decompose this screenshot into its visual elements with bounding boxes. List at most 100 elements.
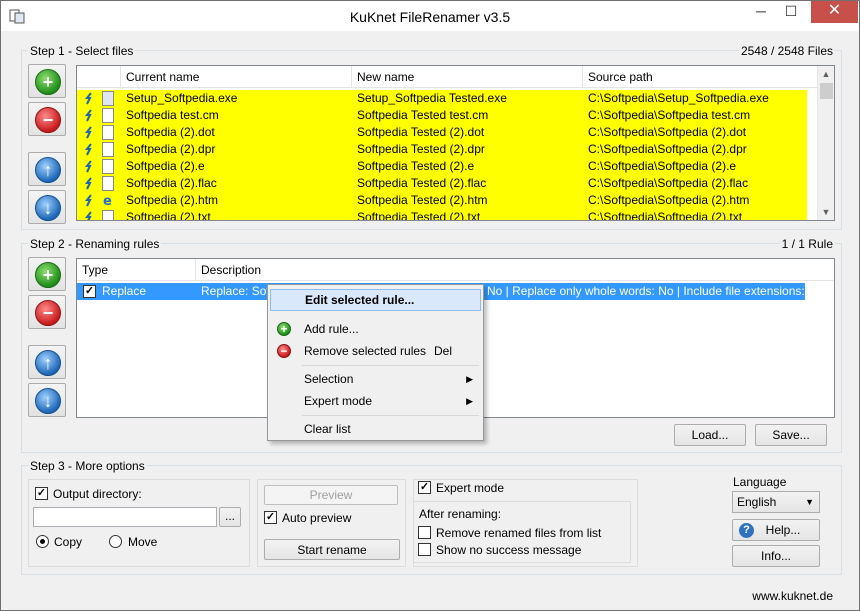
file-icon: [102, 108, 114, 123]
title-bar: KuKnet FileRenamer v3.5 ─ ☐ ✕: [1, 1, 859, 31]
move-file-down-button[interactable]: ↓: [28, 190, 66, 224]
help-label: Help...: [765, 523, 801, 537]
cell-current-name: Softpedia (2).e: [126, 159, 205, 173]
cell-new-name: Softpedia Tested (2).flac: [357, 176, 487, 190]
info-button[interactable]: Info...: [732, 545, 820, 567]
context-menu: Edit selected rule... + Add rule... − Re…: [267, 284, 484, 441]
table-row[interactable]: Setup_Softpedia.exe Setup_Softpedia Teste…: [77, 90, 807, 107]
rename-status-icon: [84, 194, 94, 207]
cell-new-name: Softpedia Tested (2).txt: [357, 210, 481, 221]
col-new-name[interactable]: New name: [352, 66, 583, 88]
file-count: 2548 / 2548 Files: [738, 44, 835, 58]
language-select[interactable]: English ▼: [732, 491, 820, 513]
step2-title: Step 2 - Renaming rules: [28, 237, 162, 251]
cell-current-name: Softpedia (2).dot: [126, 125, 215, 139]
scroll-up-arrow-icon[interactable]: ▲: [818, 66, 834, 82]
output-directory-checkbox[interactable]: ✓: [35, 487, 48, 500]
menu-add-rule[interactable]: + Add rule...: [270, 318, 481, 340]
col-description[interactable]: Description: [196, 259, 834, 281]
step1-title: Step 1 - Select files: [28, 44, 136, 58]
cell-new-name: Softpedia Tested (2).dot: [357, 125, 485, 139]
cell-source-path: C:\Softpedia\Softpedia (2).dot: [588, 125, 747, 139]
table-row[interactable]: Softpedia (2).dot Softpedia Tested (2).do…: [77, 124, 807, 141]
remove-renamed-checkbox[interactable]: [418, 526, 431, 539]
rename-status-icon: [84, 211, 94, 220]
app-window: KuKnet FileRenamer v3.5 ─ ☐ ✕ Step 1 - S…: [0, 0, 860, 611]
col-current-name[interactable]: Current name: [121, 66, 352, 88]
scroll-down-arrow-icon[interactable]: ▼: [818, 204, 834, 220]
table-row[interactable]: Softpedia (2).e Softpedia Tested (2).e C:\…: [77, 158, 807, 175]
table-row[interactable]: e Softpedia (2).htm Softpedia Tested (2).h…: [77, 192, 807, 209]
rule-count: 1 / 1 Rule: [779, 237, 835, 251]
cell-current-name: Softpedia (2).dpr: [126, 142, 216, 156]
expert-mode-label: Expert mode: [436, 481, 505, 495]
browse-button[interactable]: ...: [219, 507, 241, 527]
remove-files-button[interactable]: −: [28, 102, 66, 136]
save-button[interactable]: Save...: [755, 424, 827, 446]
language-value: English: [737, 495, 777, 509]
menu-separator: [302, 365, 479, 366]
menu-selection-label: Selection: [304, 372, 354, 386]
maximize-button[interactable]: ☐: [777, 1, 805, 23]
move-rule-down-button[interactable]: ↓: [28, 383, 66, 417]
menu-expert-mode[interactable]: Expert mode ▶: [270, 390, 481, 412]
window-title: KuKnet FileRenamer v3.5: [349, 9, 511, 25]
remove-rule-button[interactable]: −: [28, 295, 66, 329]
rename-status-icon: [84, 160, 94, 173]
table-row[interactable]: Softpedia (2).dpr Softpedia Tested (2).dp…: [77, 141, 807, 158]
cell-current-name: Softpedia (2).htm: [126, 193, 219, 207]
cell-current-name: Softpedia (2).txt: [126, 210, 211, 221]
menu-expert-label: Expert mode: [304, 394, 373, 408]
rule-description-end: No | Replace only whole words: No | Incl…: [487, 284, 804, 298]
copy-label: Copy: [54, 535, 83, 549]
start-rename-button[interactable]: Start rename: [264, 539, 400, 560]
menu-selection[interactable]: Selection ▶: [270, 368, 481, 390]
cell-new-name: Softpedia Tested (2).htm: [357, 193, 488, 207]
auto-preview-checkbox[interactable]: ✓: [264, 511, 277, 524]
move-radio[interactable]: [109, 535, 122, 548]
help-button[interactable]: ? Help...: [732, 519, 820, 541]
menu-clear-list[interactable]: Clear list: [270, 418, 481, 440]
rule-enabled-checkbox[interactable]: ✓: [83, 285, 96, 298]
col-icons: [77, 66, 121, 88]
rename-status-icon: [84, 109, 94, 122]
menu-clear-label: Clear list: [304, 422, 351, 436]
help-icon: ?: [739, 523, 754, 538]
submenu-arrow-icon: ▶: [466, 374, 473, 384]
menu-remove-rules[interactable]: − Remove selected rules Del: [270, 340, 481, 362]
cell-source-path: C:\Softpedia\Softpedia test.cm: [588, 108, 751, 122]
no-success-checkbox[interactable]: [418, 543, 431, 556]
close-button[interactable]: ✕: [811, 1, 858, 23]
cell-source-path: C:\Softpedia\Setup_Softpedia.exe: [588, 91, 769, 105]
scroll-thumb[interactable]: [820, 83, 833, 99]
rename-status-icon: [84, 177, 94, 190]
table-row[interactable]: Softpedia test.cm Softpedia Tested test.c…: [77, 107, 807, 124]
svg-text:e: e: [103, 194, 112, 208]
file-list[interactable]: Current name New name Source path Setup_…: [76, 65, 835, 221]
add-rule-button[interactable]: +: [28, 257, 66, 291]
move-rule-up-button[interactable]: ↑: [28, 345, 66, 379]
menu-edit-selected-rule[interactable]: Edit selected rule...: [270, 289, 481, 311]
expert-mode-checkbox[interactable]: ✓: [418, 481, 431, 494]
rule-list-header: Type Description: [77, 259, 834, 281]
add-files-button[interactable]: +: [28, 64, 66, 98]
table-row[interactable]: Softpedia (2).txt Softpedia Tested (2).tx…: [77, 209, 807, 221]
output-directory-input[interactable]: [33, 507, 217, 527]
cell-source-path: C:\Softpedia\Softpedia (2).e: [588, 159, 737, 173]
plus-icon: +: [35, 69, 61, 95]
preview-button[interactable]: Preview: [264, 485, 398, 505]
file-list-scrollbar[interactable]: ▲ ▼: [817, 66, 834, 220]
col-source-path[interactable]: Source path: [583, 66, 817, 88]
move-file-up-button[interactable]: ↑: [28, 152, 66, 186]
table-row[interactable]: Softpedia (2).flac Softpedia Tested (2).f…: [77, 175, 807, 192]
file-list-header: Current name New name Source path: [77, 66, 817, 88]
arrow-down-icon: ↓: [35, 195, 61, 221]
file-icon: [102, 125, 114, 140]
output-directory-label: Output directory:: [53, 487, 142, 501]
load-button[interactable]: Load...: [674, 424, 746, 446]
col-type[interactable]: Type: [77, 259, 196, 281]
copy-radio[interactable]: [36, 535, 49, 548]
minimize-button[interactable]: ─: [747, 1, 775, 23]
website-link[interactable]: www.kuknet.de: [752, 589, 833, 603]
cell-new-name: Softpedia Tested (2).e: [357, 159, 475, 173]
